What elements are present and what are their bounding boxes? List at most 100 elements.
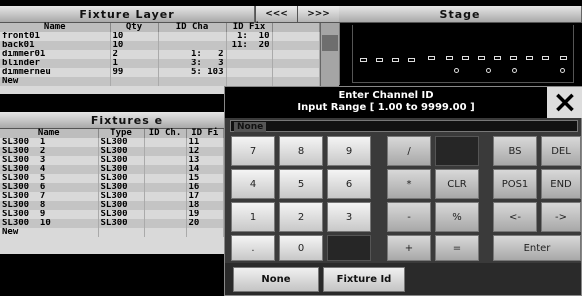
stage-fixture[interactable]: [542, 56, 549, 60]
fixture-id-button[interactable]: Fixture Id: [323, 267, 405, 292]
table-row[interactable]: New: [0, 228, 224, 237]
close-icon[interactable]: ×: [547, 87, 582, 118]
table-row[interactable]: SL300 1 SL300 11: [0, 138, 224, 147]
table-row[interactable]: SL300 4 SL300 14: [0, 165, 224, 174]
table-cell: 5: 103: [158, 68, 227, 77]
table-row[interactable]: New: [0, 77, 320, 86]
table-row[interactable]: SL300 2 SL300 12: [0, 147, 224, 156]
key-7[interactable]: 7: [231, 136, 275, 166]
column-header-id-fixture[interactable]: ID Fi: [186, 129, 224, 138]
stage-fixture[interactable]: [454, 68, 459, 73]
key-1[interactable]: 1: [231, 202, 275, 232]
fixture-layer-prev-button[interactable]: <<<: [255, 6, 297, 23]
table-row[interactable]: dimmer01 2 1: 2: [0, 50, 320, 59]
key-9[interactable]: 9: [327, 136, 371, 166]
table-cell: [158, 41, 227, 50]
key-4[interactable]: 4: [231, 169, 275, 199]
key-3[interactable]: 3: [327, 202, 371, 232]
column-header-id-channel[interactable]: ID Cha: [158, 23, 227, 32]
key-equals[interactable]: =: [435, 235, 479, 261]
scrollbar-thumb[interactable]: [322, 35, 338, 51]
table-row[interactable]: SL300 9 SL300 19: [0, 210, 224, 219]
key-plus[interactable]: +: [387, 235, 431, 261]
table-cell: [226, 59, 273, 68]
table-row[interactable]: front01 10 1: 10: [0, 32, 320, 41]
stage-fixture[interactable]: [486, 68, 491, 73]
stage-fixture[interactable]: [446, 56, 453, 60]
none-button[interactable]: None: [233, 267, 319, 292]
key-percent[interactable]: %: [435, 202, 479, 232]
table-row[interactable]: SL300 10 SL300 20: [0, 219, 224, 228]
key-6[interactable]: 6: [327, 169, 371, 199]
table-row[interactable]: SL300 5 SL300 15: [0, 174, 224, 183]
key-cursor-right[interactable]: ->: [541, 202, 581, 232]
key-2[interactable]: 2: [279, 202, 323, 232]
key-delete[interactable]: DEL: [541, 136, 581, 166]
table-cell: 16: [186, 183, 224, 192]
table-cell: SL300 3: [0, 156, 99, 165]
table-cell: [144, 156, 187, 165]
stage-fixture[interactable]: [408, 58, 415, 62]
table-cell: New: [0, 228, 99, 237]
key-5[interactable]: 5: [279, 169, 323, 199]
table-cell: [98, 228, 145, 237]
column-header-id-channel[interactable]: ID Ch.: [144, 129, 187, 138]
input-field[interactable]: None: [230, 120, 578, 132]
column-header-qty[interactable]: Qty: [110, 23, 159, 32]
table-cell: [144, 201, 187, 210]
column-header-type[interactable]: Type: [98, 129, 145, 138]
table-cell: SL300 8: [0, 201, 99, 210]
table-row[interactable]: SL300 7 SL300 17: [0, 192, 224, 201]
key-decimal[interactable]: .: [231, 235, 275, 261]
table-cell: 11: [186, 138, 224, 147]
column-header-id-fixture[interactable]: ID Fix: [226, 23, 273, 32]
table-row[interactable]: dimmerneu 99 5: 103: [0, 68, 320, 77]
stage-fixture[interactable]: [526, 56, 533, 60]
stage-fixture[interactable]: [478, 56, 485, 60]
table-cell: [158, 32, 227, 41]
table-row[interactable]: SL300 3 SL300 13: [0, 156, 224, 165]
stage-fixture[interactable]: [462, 56, 469, 60]
table-row[interactable]: SL300 8 SL300 18: [0, 201, 224, 210]
table-row[interactable]: blinder 1 3: 3: [0, 59, 320, 68]
column-header-blank: [272, 23, 320, 32]
stage-fixture[interactable]: [376, 58, 383, 62]
stage-fixture[interactable]: [428, 56, 435, 60]
stage-fixture[interactable]: [560, 68, 565, 73]
table-row[interactable]: back01 10 11: 20: [0, 41, 320, 50]
table-cell: 10: [110, 32, 159, 41]
table-cell: 14: [186, 165, 224, 174]
table-cell: blinder: [0, 59, 111, 68]
key-blank: [435, 136, 479, 166]
fixture-layer-table: Name Qty ID Cha ID Fix front01 10 1: 10 bac…: [0, 23, 320, 94]
table-cell: SL300: [98, 210, 145, 219]
key-8[interactable]: 8: [279, 136, 323, 166]
table-cell: front01: [0, 32, 111, 41]
column-header-name[interactable]: Name: [0, 129, 99, 138]
stage-fixture[interactable]: [510, 56, 517, 60]
fixture-layer-next-button[interactable]: >>>: [297, 6, 339, 23]
key-pos1[interactable]: POS1: [493, 169, 537, 199]
stage-fixture[interactable]: [392, 58, 399, 62]
table-row[interactable]: SL300 6 SL300 16: [0, 183, 224, 192]
key-clear[interactable]: CLR: [435, 169, 479, 199]
table-cell: SL300: [98, 183, 145, 192]
column-header-name[interactable]: Name: [0, 23, 111, 32]
fixture-layer-scrollbar[interactable]: [320, 23, 339, 94]
stage-fixture[interactable]: [512, 68, 517, 73]
table-cell: [186, 228, 224, 237]
stage-fixture[interactable]: [360, 58, 367, 62]
key-cursor-left[interactable]: <-: [493, 202, 537, 232]
key-backspace[interactable]: BS: [493, 136, 537, 166]
key-divide[interactable]: /: [387, 136, 431, 166]
key-end[interactable]: END: [541, 169, 581, 199]
table-cell: [144, 174, 187, 183]
key-enter[interactable]: Enter: [493, 235, 581, 261]
stage-view[interactable]: [339, 23, 582, 85]
key-blank: [327, 235, 371, 261]
stage-fixture[interactable]: [560, 56, 567, 60]
key-0[interactable]: 0: [279, 235, 323, 261]
stage-fixture[interactable]: [494, 56, 501, 60]
key-multiply[interactable]: *: [387, 169, 431, 199]
key-minus[interactable]: -: [387, 202, 431, 232]
